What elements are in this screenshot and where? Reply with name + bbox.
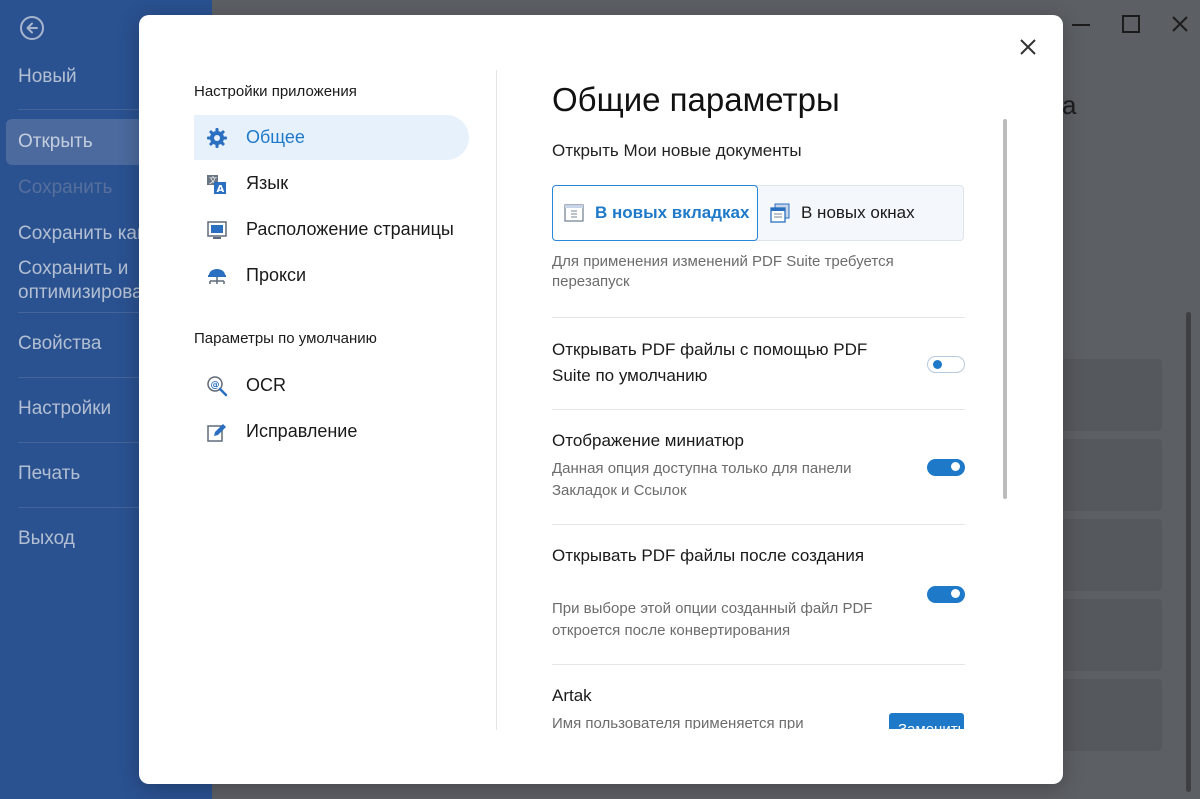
open-mode-label: В новых окнах <box>801 203 915 222</box>
svg-text:@: @ <box>211 380 220 390</box>
back-arrow-icon[interactable] <box>20 16 44 40</box>
default-app-toggle[interactable] <box>927 356 965 373</box>
option-default-app-title: Открывать PDF файлы с помощью PDF Suite … <box>552 340 868 385</box>
language-icon: 文 A <box>206 173 228 195</box>
option-open-after-create-title: Открывать PDF файлы после создания <box>552 546 865 565</box>
content-scrollbar[interactable] <box>1003 119 1007 499</box>
toggle-knob <box>933 359 942 369</box>
change-username-button[interactable]: Заменить <box>889 713 964 729</box>
edit-icon <box>206 421 228 443</box>
section-divider <box>552 317 965 318</box>
nav-item-proxy[interactable]: Прокси <box>194 253 469 298</box>
sidebar-item-save-optimize-line1[interactable]: Сохранить и <box>18 257 128 281</box>
background-card <box>1062 359 1162 431</box>
sidebar-item-save-optimize-line2[interactable]: оптимизирова <box>18 281 143 305</box>
sidebar-item-exit[interactable]: Выход <box>18 527 75 551</box>
proxy-icon <box>206 265 228 287</box>
nav-item-label: Прокси <box>246 265 307 285</box>
nav-section-default-params: Параметры по умолчанию <box>194 330 377 347</box>
windows-icon <box>769 202 791 224</box>
page-layout-icon <box>206 219 228 241</box>
nav-section-app-settings: Настройки приложения <box>194 83 357 100</box>
section-divider <box>552 524 965 525</box>
nav-item-label: Общее <box>246 127 305 147</box>
username-title: Artak <box>552 686 592 705</box>
nav-item-language[interactable]: 文 A Язык <box>194 161 469 206</box>
open-mode-segmented-control: В новых вкладках В новых окнах <box>552 185 964 241</box>
background-title-fragment: а <box>1062 90 1077 120</box>
background-card <box>1062 679 1162 751</box>
open-mode-label: В новых вкладках <box>595 203 750 222</box>
tabs-icon <box>563 202 585 224</box>
sidebar-item-label: Открыть <box>18 131 93 152</box>
sidebar-item-save: Сохранить <box>18 177 113 198</box>
nav-item-ocr[interactable]: @ OCR <box>194 363 469 408</box>
toggle-knob <box>951 462 960 471</box>
maximize-icon[interactable] <box>1122 15 1140 33</box>
background-scrollbar[interactable] <box>1186 312 1191 792</box>
sidebar-item-print[interactable]: Печать <box>18 462 80 486</box>
sidebar-item-new[interactable]: Новый <box>18 65 77 89</box>
page-title: Общие параметры <box>552 81 840 118</box>
nav-item-correction[interactable]: Исправление <box>194 409 469 454</box>
sidebar-item-settings[interactable]: Настройки <box>18 397 111 421</box>
ocr-icon: @ <box>206 375 228 397</box>
settings-dialog: Настройки приложения Общее 文 A Язык Расп… <box>139 15 1063 784</box>
open-docs-label: Открыть Мои новые документы <box>552 141 802 160</box>
open-in-tabs-button[interactable]: В новых вкладках <box>552 185 758 241</box>
option-thumbnails-title: Отображение миниатюр <box>552 431 744 450</box>
minimize-icon[interactable] <box>1072 24 1090 26</box>
option-open-after-create-description: При выборе этой опции созданный файл PDF… <box>552 600 873 639</box>
window-close-icon[interactable] <box>1170 14 1190 34</box>
nav-item-general[interactable]: Общее <box>194 115 469 160</box>
toggle-knob <box>951 589 960 598</box>
sidebar-item-properties[interactable]: Свойства <box>18 332 101 356</box>
restart-note: Для применения изменений PDF Suite требу… <box>552 253 894 290</box>
thumbnails-toggle[interactable] <box>927 459 965 476</box>
option-thumbnails-description: Данная опция доступна только для панели … <box>552 460 852 499</box>
username-description: Имя пользователя применяется при <box>552 715 804 729</box>
open-in-windows-button[interactable]: В новых окнах <box>759 186 964 240</box>
section-divider <box>552 409 965 410</box>
sidebar-item-save-as[interactable]: Сохранить как <box>18 222 145 246</box>
background-card <box>1062 599 1162 671</box>
settings-content: Общие параметры Открыть Мои новые докуме… <box>497 15 1063 729</box>
nav-item-label: Расположение страницы <box>246 219 454 239</box>
nav-item-page-layout[interactable]: Расположение страницы <box>194 207 469 252</box>
open-after-create-toggle[interactable] <box>927 586 965 603</box>
section-divider <box>552 664 965 665</box>
svg-text:A: A <box>217 184 225 195</box>
nav-item-label: Исправление <box>246 421 358 441</box>
gear-icon <box>206 127 228 149</box>
background-card <box>1062 439 1162 511</box>
background-card <box>1062 519 1162 591</box>
nav-item-label: OCR <box>246 375 286 395</box>
nav-item-label: Язык <box>246 173 289 193</box>
